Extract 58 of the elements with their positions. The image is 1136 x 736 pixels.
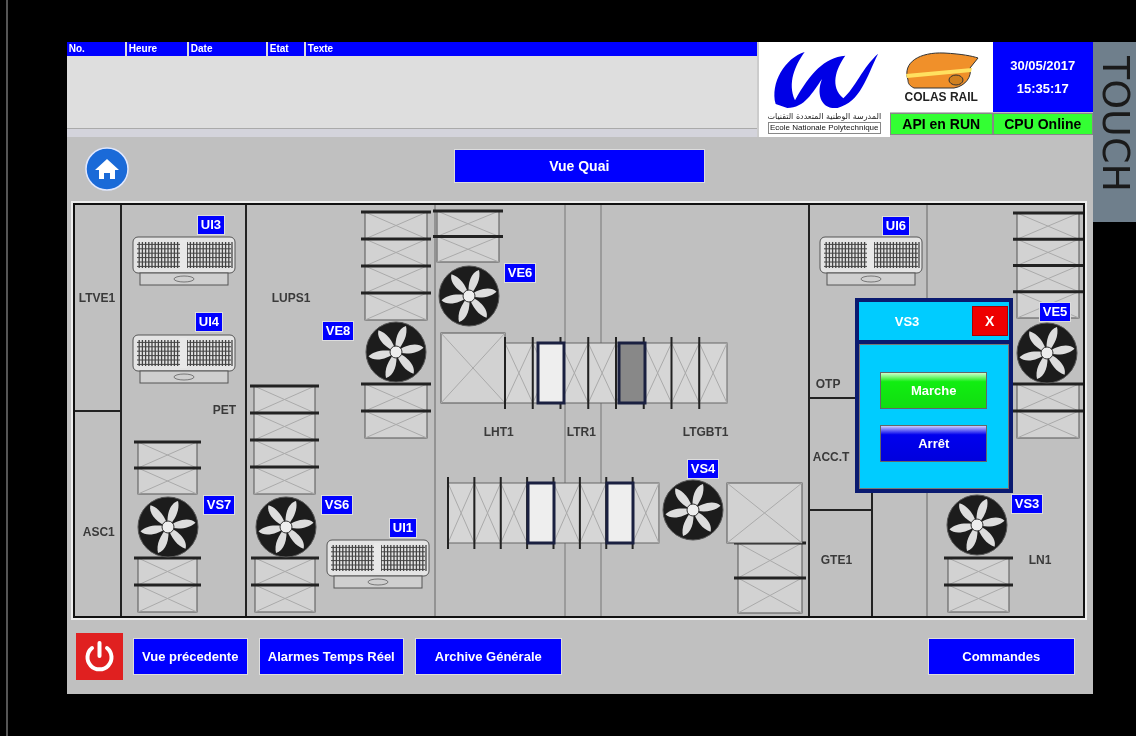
date-text: 30/05/2017	[1010, 58, 1076, 73]
equipment-tag[interactable]: VS7	[202, 495, 236, 515]
equipment-tag[interactable]: UI1	[388, 518, 417, 538]
fan-icon[interactable]	[253, 495, 318, 559]
filter-stack-drawing	[250, 556, 319, 613]
home-icon[interactable]	[84, 147, 129, 191]
equipment-tag[interactable]: VE5	[1038, 302, 1072, 322]
equipment-tag[interactable]: VS4	[686, 459, 720, 479]
equipment-tag[interactable]: UI3	[196, 215, 225, 235]
filter-stack-drawing	[133, 556, 201, 613]
room-label: LUPS1	[271, 291, 311, 305]
fan-icon[interactable]	[363, 320, 428, 384]
room-label: ASC1	[82, 525, 115, 539]
filter-stack-drawing	[943, 556, 1013, 613]
fan-icon[interactable]	[135, 495, 200, 559]
nav-button[interactable]: Alarmes Temps Réel	[258, 637, 404, 675]
room-label: LN1	[1028, 553, 1052, 567]
equipment-tag[interactable]: UI6	[881, 216, 910, 236]
close-button[interactable]: X	[971, 306, 1008, 336]
filter-stack-drawing	[133, 440, 201, 495]
equipment-tag[interactable]: VE8	[321, 321, 355, 341]
school-name: Ecole Nationale Polytechnique	[768, 122, 881, 134]
fan-icon[interactable]	[660, 478, 725, 542]
power-button-icon[interactable]	[75, 632, 123, 680]
time-text: 15:35:17	[1016, 81, 1069, 96]
dialog-title: VS3	[894, 313, 920, 329]
filter-stack-drawing	[1012, 382, 1083, 439]
room-label: LTGBT1	[682, 425, 729, 439]
status-indicator: CPU Online	[992, 113, 1093, 135]
status-indicator: API en RUN	[889, 113, 993, 135]
equipment-tag[interactable]: VE6	[503, 263, 537, 283]
fan-icon[interactable]	[436, 264, 501, 328]
air-conditioner-drawing[interactable]	[325, 539, 430, 589]
nav-button[interactable]: Vue précedente	[132, 637, 248, 675]
room-label: OTP	[815, 377, 841, 391]
company-name: COLAS RAIL	[904, 90, 978, 104]
fan-icon[interactable]	[944, 493, 1009, 557]
equipment-tag[interactable]: UI4	[194, 312, 223, 332]
column-header: Texte	[306, 42, 335, 56]
room-label: LTR1	[566, 425, 596, 439]
air-conditioner-drawing[interactable]	[131, 236, 236, 286]
air-conditioner-drawing[interactable]	[131, 334, 236, 384]
side-label: TOUCH	[1095, 56, 1136, 193]
room-label: ACC.T	[812, 450, 850, 464]
stop-button[interactable]: Arrêt	[880, 424, 988, 462]
air-conditioner-drawing[interactable]	[818, 236, 923, 286]
equipment-tag[interactable]: VS6	[320, 495, 354, 515]
room-label: LHT1	[483, 425, 514, 439]
equipment-tag[interactable]: VS3	[1010, 494, 1044, 514]
filter-stack-drawing	[360, 382, 431, 439]
nav-button[interactable]: Commandes	[927, 637, 1075, 675]
room-label: PET	[212, 403, 237, 417]
room-label: LTVE1	[78, 291, 116, 305]
view-title: Vue Quai	[453, 149, 705, 183]
school-arabic-name: المدرسة الوطنية المتعددة التقنيات	[767, 112, 882, 122]
fan-icon[interactable]	[1014, 321, 1079, 385]
room-label: GTE1	[820, 553, 853, 567]
nav-button[interactable]: Archive Générale	[414, 637, 562, 675]
